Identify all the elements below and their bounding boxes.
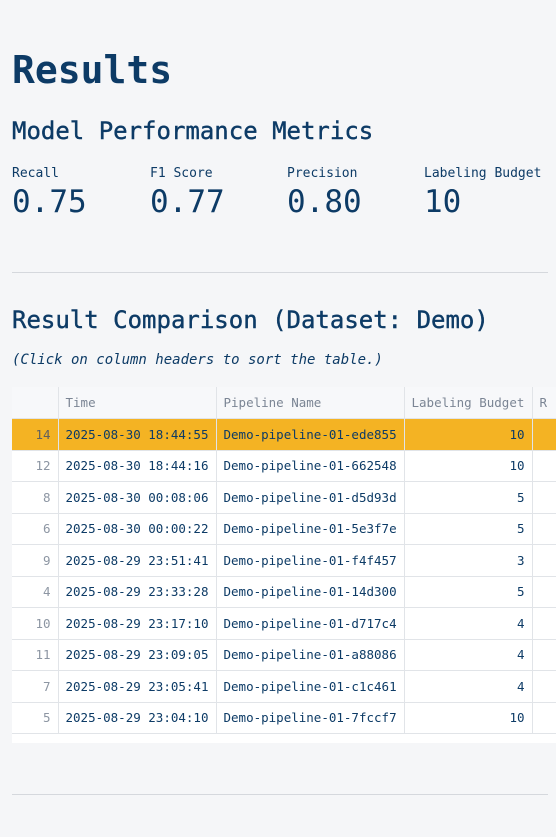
- table-body: 14 2025-08-30 18:44:55 Demo-pipeline-01-ed…: [12, 418, 556, 734]
- recall-cell: [532, 418, 556, 451]
- divider: [12, 272, 548, 273]
- recall-cell: [532, 607, 556, 640]
- recall-cell: [532, 544, 556, 577]
- row-index-cell: 12: [12, 450, 59, 482]
- table-row[interactable]: 4 2025-08-29 23:33:28 Demo-pipeline-01-14d…: [12, 576, 556, 608]
- recall-cell: [532, 481, 556, 514]
- time-cell: 2025-08-29 23:17:10: [58, 607, 217, 640]
- labeling-budget-cell: 4: [404, 670, 533, 703]
- time-cell: 2025-08-29 23:05:41: [58, 670, 217, 703]
- row-index-cell: 4: [12, 576, 59, 608]
- time-cell: 2025-08-30 18:44:55: [58, 418, 217, 451]
- labeling-budget-cell: 4: [404, 639, 533, 671]
- metric-label: F1 Score: [150, 166, 213, 181]
- metric-value: 10: [424, 184, 462, 220]
- comparison-heading: Result Comparison (Dataset: Demo): [12, 306, 489, 334]
- divider: [12, 794, 548, 795]
- pipeline-name-cell: Demo-pipeline-01-f4f457: [216, 544, 405, 577]
- page-title: Results: [12, 48, 173, 92]
- row-index-cell: 10: [12, 607, 59, 640]
- table-row[interactable]: 8 2025-08-30 00:08:06 Demo-pipeline-01-d5d…: [12, 481, 556, 514]
- table-row[interactable]: 11 2025-08-29 23:09:05 Demo-pipeline-01-a8…: [12, 639, 556, 671]
- time-cell: 2025-08-29 23:51:41: [58, 544, 217, 577]
- row-index-cell: 7: [12, 670, 59, 703]
- row-index-cell: 9: [12, 544, 59, 577]
- time-cell: 2025-08-30 00:00:22: [58, 513, 217, 545]
- metric-label: Precision: [287, 166, 358, 181]
- pipeline-name-cell: Demo-pipeline-01-5e3f7e: [216, 513, 405, 545]
- table-row[interactable]: 5 2025-08-29 23:04:10 Demo-pipeline-01-7fc…: [12, 702, 556, 734]
- pipeline-name-cell: Demo-pipeline-01-ede855: [216, 418, 405, 451]
- sort-hint: (Click on column headers to sort the tab…: [12, 352, 383, 368]
- column-header-recall[interactable]: R: [532, 387, 556, 419]
- results-table-container[interactable]: Time Pipeline Name Labeling Budget R 14 2…: [12, 387, 556, 743]
- labeling-budget-cell: 5: [404, 481, 533, 514]
- row-index-cell: 8: [12, 481, 59, 514]
- recall-cell: [532, 576, 556, 608]
- column-header-time[interactable]: Time: [58, 387, 217, 419]
- table-row[interactable]: 12 2025-08-30 18:44:16 Demo-pipeline-01-66…: [12, 450, 556, 482]
- row-index-cell: 5: [12, 702, 59, 734]
- row-index-cell: 6: [12, 513, 59, 545]
- table-row[interactable]: 6 2025-08-30 00:00:22 Demo-pipeline-01-5e3…: [12, 513, 556, 545]
- time-cell: 2025-08-30 18:44:16: [58, 450, 217, 482]
- pipeline-name-cell: Demo-pipeline-01-a88086: [216, 639, 405, 671]
- recall-cell: [532, 670, 556, 703]
- pipeline-name-cell: Demo-pipeline-01-d717c4: [216, 607, 405, 640]
- metric-label: Recall: [12, 166, 59, 181]
- recall-cell: [532, 513, 556, 545]
- labeling-budget-cell: 3: [404, 544, 533, 577]
- recall-cell: [532, 639, 556, 671]
- labeling-budget-cell: 4: [404, 607, 533, 640]
- metrics-row: Recall 0.75 F1 Score 0.77 Precision 0.80…: [12, 166, 556, 226]
- table-row[interactable]: 10 2025-08-29 23:17:10 Demo-pipeline-01-d7…: [12, 607, 556, 640]
- pipeline-name-cell: Demo-pipeline-01-d5d93d: [216, 481, 405, 514]
- column-header-index[interactable]: [12, 387, 59, 419]
- labeling-budget-cell: 10: [404, 450, 533, 482]
- column-header-labeling-budget[interactable]: Labeling Budget: [404, 387, 533, 419]
- metric-value: 0.77: [150, 184, 225, 220]
- metric-recall: Recall 0.75: [12, 166, 87, 220]
- metric-value: 0.80: [287, 184, 362, 220]
- table-header-row: Time Pipeline Name Labeling Budget R: [12, 387, 556, 419]
- time-cell: 2025-08-29 23:09:05: [58, 639, 217, 671]
- table-row[interactable]: 14 2025-08-30 18:44:55 Demo-pipeline-01-ed…: [12, 418, 556, 451]
- metric-f1-score: F1 Score 0.77: [150, 166, 225, 220]
- metric-precision: Precision 0.80: [287, 166, 362, 220]
- results-table: Time Pipeline Name Labeling Budget R 14 2…: [12, 387, 556, 734]
- time-cell: 2025-08-29 23:04:10: [58, 702, 217, 734]
- row-index-cell: 14: [12, 418, 59, 451]
- table-row[interactable]: 9 2025-08-29 23:51:41 Demo-pipeline-01-f4f…: [12, 544, 556, 577]
- labeling-budget-cell: 10: [404, 418, 533, 451]
- labeling-budget-cell: 10: [404, 702, 533, 734]
- recall-cell: [532, 702, 556, 734]
- pipeline-name-cell: Demo-pipeline-01-14d300: [216, 576, 405, 608]
- metric-label: Labeling Budget: [424, 166, 542, 181]
- metrics-heading: Model Performance Metrics: [12, 117, 374, 145]
- labeling-budget-cell: 5: [404, 576, 533, 608]
- pipeline-name-cell: Demo-pipeline-01-7fccf7: [216, 702, 405, 734]
- row-index-cell: 11: [12, 639, 59, 671]
- time-cell: 2025-08-29 23:33:28: [58, 576, 217, 608]
- metric-labeling-budget: Labeling Budget 10: [424, 166, 541, 220]
- pipeline-name-cell: Demo-pipeline-01-662548: [216, 450, 405, 482]
- table-row[interactable]: 7 2025-08-29 23:05:41 Demo-pipeline-01-c1c…: [12, 670, 556, 703]
- time-cell: 2025-08-30 00:08:06: [58, 481, 217, 514]
- metric-value: 0.75: [12, 184, 87, 220]
- column-header-pipeline-name[interactable]: Pipeline Name: [216, 387, 405, 419]
- pipeline-name-cell: Demo-pipeline-01-c1c461: [216, 670, 405, 703]
- labeling-budget-cell: 5: [404, 513, 533, 545]
- recall-cell: [532, 450, 556, 482]
